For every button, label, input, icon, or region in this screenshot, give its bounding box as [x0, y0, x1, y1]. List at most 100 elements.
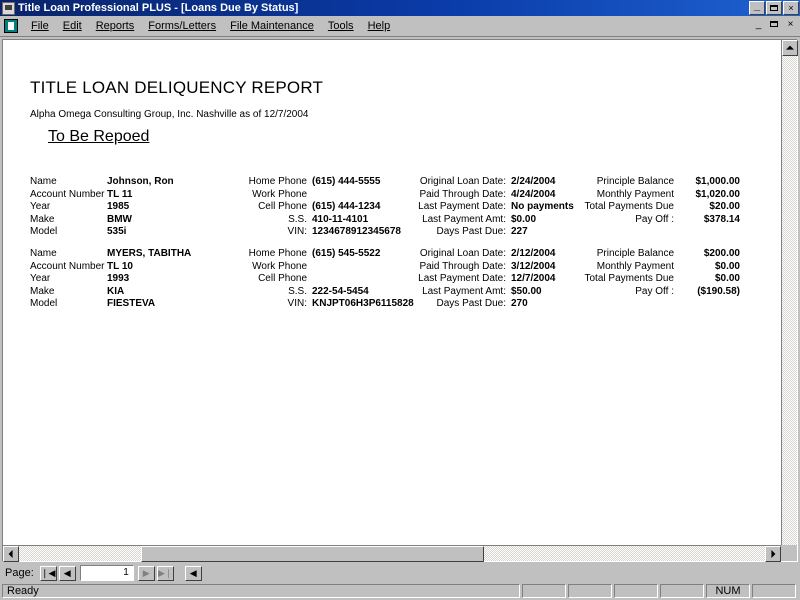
- field-label: Make: [30, 213, 55, 225]
- field-value: TL 10: [107, 260, 133, 272]
- window-controls: _ ×: [748, 1, 799, 15]
- title-bar[interactable]: Title Loan Professional PLUS - [Loans Du…: [0, 0, 800, 16]
- mdi-minimize-button[interactable]: _: [751, 18, 766, 32]
- vertical-scrollbar[interactable]: [781, 40, 798, 545]
- close-button[interactable]: ×: [783, 1, 799, 15]
- scroll-up-button[interactable]: [782, 40, 798, 56]
- field-value: 3/12/2004: [511, 260, 556, 272]
- field-value: $200.00: [703, 248, 740, 259]
- field-value: $50.00: [511, 285, 542, 297]
- field-home-phone: Home Phone (615) 545-5522: [235, 248, 410, 261]
- field-value: 12/7/2004: [511, 273, 556, 284]
- field-label: VIN:: [287, 226, 307, 237]
- page-navigation-bar: Page: ❘◀ ◀ 1 ▶ ▶❘ ◀: [0, 562, 800, 583]
- menu-item-file[interactable]: File: [24, 18, 56, 34]
- mdi-restore-icon: [770, 21, 778, 27]
- field-value: 410-11-4101: [312, 213, 369, 225]
- mdi-restore-button[interactable]: [767, 18, 782, 32]
- field-last-payment-amt: Last Payment Amt: $0.00: [405, 214, 590, 227]
- field-name: Name MYERS, TABITHA: [30, 248, 230, 261]
- field-value: KIA: [107, 285, 125, 297]
- previous-page-button[interactable]: ◀: [58, 565, 76, 581]
- field-original-loan-date: Original Loan Date: 2/24/2004: [405, 176, 590, 189]
- status-scrl-indicator: [752, 584, 796, 598]
- record-dates-column: Original Loan Date: 2/24/2004 Paid Throug…: [405, 176, 590, 239]
- last-page-icon: ▶❘: [158, 567, 173, 578]
- close-preview-icon: ◀: [189, 567, 197, 578]
- field-value: 2/24/2004: [511, 176, 556, 187]
- field-value: $1,000.00: [695, 176, 741, 187]
- field-label: S.S.: [288, 285, 307, 297]
- field-ss: S.S. 222-54-5454: [235, 286, 410, 299]
- field-label: Home Phone: [248, 248, 307, 259]
- menu-bar: File Edit Reports Forms/Letters File Mai…: [0, 16, 800, 36]
- section-heading: To Be Repoed: [48, 128, 150, 145]
- client-area: TITLE LOAN DELIQUENCY REPORT Alpha Omega…: [0, 36, 800, 562]
- menu-item-file-maintenance[interactable]: File Maintenance: [223, 18, 321, 34]
- mdi-child-icon[interactable]: [4, 18, 18, 33]
- horizontal-scroll-thumb[interactable]: [141, 546, 484, 562]
- field-label: Last Payment Amt:: [422, 285, 506, 297]
- record-contact-column: Home Phone (615) 444-5555 Work Phone Cell…: [235, 176, 410, 239]
- field-label: Original Loan Date:: [419, 248, 506, 259]
- field-last-payment-date: Last Payment Date: 12/7/2004: [405, 273, 590, 286]
- field-value: $1,020.00: [695, 188, 741, 200]
- field-label: Model: [30, 298, 58, 309]
- field-label: VIN:: [287, 298, 307, 309]
- restore-button[interactable]: [766, 1, 782, 15]
- record-identity-column: Name Johnson, Ron Account Number TL 11 Yea…: [30, 176, 230, 239]
- close-preview-button[interactable]: ◀: [184, 565, 202, 581]
- field-model: Model FIESTEVA: [30, 298, 230, 311]
- close-icon: ×: [788, 3, 794, 13]
- field-work-phone: Work Phone: [235, 189, 410, 202]
- field-value: Johnson, Ron: [107, 176, 174, 187]
- field-label: Account Number: [30, 188, 105, 200]
- mdi-window-controls: _ ×: [750, 18, 798, 32]
- mdi-close-button[interactable]: ×: [783, 18, 798, 32]
- field-value: BMW: [107, 213, 132, 225]
- scroll-right-button[interactable]: [765, 546, 781, 562]
- page-label: Page:: [5, 567, 34, 579]
- section-heading-row: To Be Repoed: [30, 128, 740, 160]
- report-page: TITLE LOAN DELIQUENCY REPORT Alpha Omega…: [3, 40, 781, 545]
- field-value: $378.14: [703, 213, 740, 225]
- field-original-loan-date: Original Loan Date: 2/12/2004: [405, 248, 590, 261]
- minimize-button[interactable]: _: [749, 1, 765, 15]
- menu-item-edit[interactable]: Edit: [56, 18, 89, 34]
- page-number-input[interactable]: 1: [79, 565, 134, 581]
- menu-item-forms-letters[interactable]: Forms/Letters: [141, 18, 223, 34]
- report-body: TITLE LOAN DELIQUENCY REPORT Alpha Omega…: [30, 78, 740, 320]
- window-title: Title Loan Professional PLUS - [Loans Du…: [18, 2, 299, 14]
- field-value: (615) 444-1234: [312, 201, 381, 212]
- field-label: Total Payments Due: [584, 201, 675, 212]
- restore-icon: [770, 5, 778, 11]
- next-page-button[interactable]: ▶: [137, 565, 155, 581]
- menu-item-reports[interactable]: Reports: [89, 18, 142, 34]
- field-label: Monthly Payment: [596, 188, 674, 200]
- status-caps-indicator: [660, 584, 704, 598]
- report-record: Name Johnson, Ron Account Number TL 11 Yea…: [30, 176, 740, 248]
- mdi-close-icon: ×: [787, 19, 794, 30]
- field-label: Principle Balance: [596, 248, 674, 259]
- previous-page-icon: ◀: [63, 567, 71, 578]
- field-label: Original Loan Date:: [419, 176, 506, 187]
- field-account-number: Account Number TL 11: [30, 189, 230, 202]
- field-label: Pay Off :: [635, 213, 674, 225]
- field-label: Principle Balance: [596, 176, 674, 187]
- menu-item-help[interactable]: Help: [361, 18, 398, 34]
- status-bar: Ready NUM: [0, 583, 800, 600]
- first-page-button[interactable]: ❘◀: [39, 565, 57, 581]
- field-value: MYERS, TABITHA: [107, 248, 192, 259]
- horizontal-scrollbar[interactable]: [3, 545, 781, 562]
- field-label: Work Phone: [252, 188, 307, 200]
- menu-item-tools[interactable]: Tools: [321, 18, 361, 34]
- field-label: Make: [30, 285, 55, 297]
- last-page-button[interactable]: ▶❘: [156, 565, 174, 581]
- scroll-left-button[interactable]: [3, 546, 19, 562]
- field-label: Work Phone: [252, 260, 307, 272]
- field-value: 2/12/2004: [511, 248, 556, 259]
- application-icon[interactable]: [2, 1, 15, 15]
- field-year: Year 1993: [30, 273, 230, 286]
- field-make: Make KIA: [30, 286, 230, 299]
- record-contact-column: Home Phone (615) 545-5522 Work Phone Cell…: [235, 248, 414, 311]
